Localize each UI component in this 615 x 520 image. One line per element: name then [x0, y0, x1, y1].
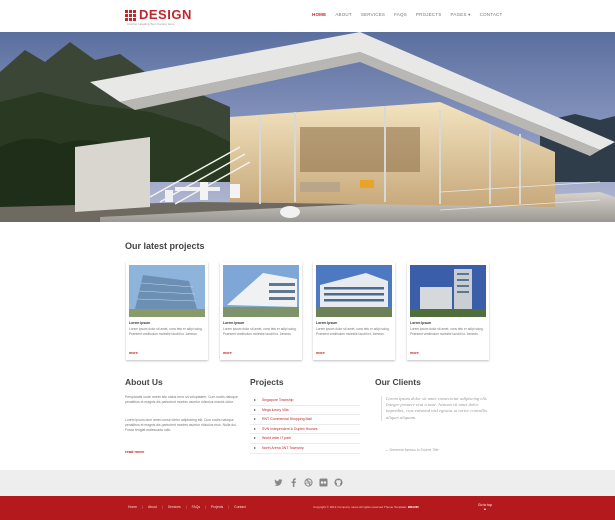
footer-brand[interactable]: BRAND [408, 505, 419, 509]
footer-separator: | [228, 505, 230, 509]
nav-contact[interactable]: CONTACT [480, 12, 503, 18]
card-description: Lorem ipsum dolor sit amet, cons tetu er… [316, 327, 390, 336]
nav-home[interactable]: HOME [312, 12, 326, 18]
nav-faqs[interactable]: FAQS [394, 12, 407, 18]
social-icons [274, 478, 349, 487]
nav-projects[interactable]: PROJECTS [416, 12, 442, 18]
quote-author: — Someone famous in Source Title [385, 448, 439, 452]
project-list-item[interactable]: ▸ Mega luxury Villa [250, 406, 360, 416]
nav-services[interactable]: SERVICES [361, 12, 385, 18]
project-list-item[interactable]: ▸ World wide IT park [250, 434, 360, 444]
project-card[interactable]: Lorem Ipsum Lorem ipsum dolor sit amet, … [220, 262, 302, 360]
project-card[interactable]: Lorem Ipsum Lorem ipsum dolor sit amet, … [126, 262, 208, 360]
card-title: Lorem Ipsum [223, 321, 245, 325]
facebook-icon[interactable] [289, 478, 298, 487]
project-card[interactable]: Lorem Ipsum Lorem ipsum dolor sit amet, … [313, 262, 395, 360]
about-title: About Us [125, 377, 163, 387]
project-thumbnail [129, 265, 205, 317]
card-more-link[interactable]: more [223, 351, 232, 355]
site-header: DESIGN Another Heading Text Content Here… [0, 0, 615, 32]
project-card[interactable]: Lorem Ipsum Lorem ipsum dolor sit amet, … [407, 262, 489, 360]
footer-link-about[interactable]: About [148, 505, 157, 509]
social-bar [0, 470, 615, 496]
hero-image [0, 32, 615, 222]
site-footer: Home | About | Services | FAQs | Projects | C… [0, 496, 615, 520]
read-more-link[interactable]: read more [125, 449, 144, 454]
card-description: Lorem ipsum dolor sit amet, cons tetu er… [410, 327, 484, 336]
arrow-bullet-icon: ▸ [254, 444, 257, 450]
card-more-link[interactable]: more [316, 351, 325, 355]
footer-link-faqs[interactable]: FAQs [192, 505, 200, 509]
footer-separator: | [185, 505, 187, 509]
github-icon[interactable] [334, 478, 343, 487]
project-list-item[interactable]: ▸ Singapore Township [250, 396, 360, 406]
logo-tagline: Another Heading Text Content Here [127, 22, 175, 26]
latest-projects-title: Our latest projects [125, 241, 205, 251]
card-description: Lorem ipsum dolor sit amet, cons tetu er… [129, 327, 203, 336]
go-to-top-button[interactable]: Go to top ▲ [478, 503, 492, 511]
footer-copyright: Copyright © 2014 Company name All rights… [313, 505, 419, 509]
project-thumbnail [410, 265, 486, 317]
project-thumbnail [223, 265, 299, 317]
clients-title: Our Clients [375, 377, 421, 387]
client-quote: Lorem ipsum dolor sit amet consectetur a… [381, 396, 496, 421]
footer-link-services[interactable]: Services [168, 505, 181, 509]
arrow-bullet-icon: ▸ [254, 425, 257, 431]
arrow-bullet-icon: ▸ [254, 416, 257, 422]
footer-link-projects[interactable]: Projects [211, 505, 223, 509]
card-title: Lorem Ipsum [129, 321, 151, 325]
card-title: Lorem Ipsum [410, 321, 432, 325]
project-thumbnail [316, 265, 392, 317]
logo-text: DESIGN [139, 7, 192, 22]
arrow-up-icon: ▲ [483, 507, 487, 511]
twitter-icon[interactable] [274, 478, 283, 487]
footer-separator: | [142, 505, 143, 509]
arrow-bullet-icon: ▸ [254, 397, 257, 402]
flickr-icon[interactable] [319, 478, 328, 487]
card-description: Lorem ipsum dolor sit amet, cons tetu er… [223, 327, 297, 336]
project-list-item[interactable]: ▸ RNT Commercial Shopping Mall [250, 415, 360, 425]
footer-separator: | [205, 505, 206, 509]
footer-link-home[interactable]: Home [128, 505, 137, 509]
project-list-item[interactable]: ▸ North Arena 3NT Township [250, 444, 360, 454]
main-nav: HOME ABOUT SERVICES FAQS PROJECTS PAGES … [312, 12, 511, 18]
project-list-item[interactable]: ▸ SVN Independent & Duplex Houses [250, 425, 360, 435]
nav-pages-dropdown[interactable]: PAGES ▾ [451, 12, 471, 18]
about-paragraph: Lorem ipsum dum amet conse ctetur adipis… [125, 418, 237, 432]
card-title: Lorem Ipsum [316, 321, 338, 325]
about-paragraph: Perspiciatis unde omnis iste natus error… [125, 395, 238, 404]
site-logo[interactable]: DESIGN [125, 7, 192, 22]
card-more-link[interactable]: more [410, 351, 419, 355]
footer-nav: Home | About | Services | FAQs | Projects | C… [128, 505, 251, 509]
nav-about[interactable]: ABOUT [335, 12, 352, 18]
arrow-bullet-icon: ▸ [254, 406, 257, 412]
arrow-bullet-icon: ▸ [254, 435, 257, 441]
footer-separator: | [161, 505, 163, 509]
card-more-link[interactable]: more [129, 351, 138, 355]
logo-mark-icon [125, 9, 136, 21]
dribbble-icon[interactable] [304, 478, 313, 487]
footer-link-contact[interactable]: Contact [234, 505, 246, 509]
projects-list: ▸ Singapore Township ▸ Mega luxury Villa ▸… [250, 396, 360, 454]
projects-list-title: Projects [250, 377, 284, 387]
